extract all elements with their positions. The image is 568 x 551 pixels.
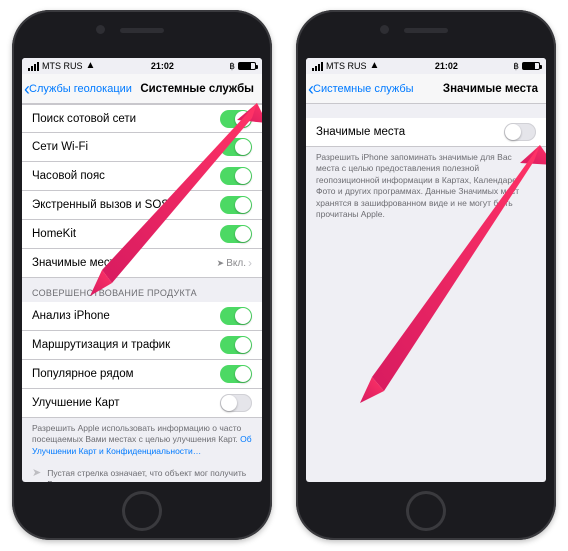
status-time: 21:02 — [151, 61, 174, 71]
phone-speaker — [120, 28, 164, 33]
footer-link[interactable]: Об Улучшении Карт и Конфиденциальности… — [32, 434, 252, 455]
settings-cell[interactable]: Маршрутизация и трафик — [22, 331, 262, 360]
toggle-switch[interactable] — [220, 225, 252, 243]
status-bar: MTS RUS ▲ 21:02 ฿ — [306, 58, 546, 74]
toggle-switch[interactable] — [220, 167, 252, 185]
home-button[interactable] — [122, 491, 162, 531]
cell-label: Значимые места — [316, 126, 405, 138]
settings-cell[interactable]: HomeKit — [22, 220, 262, 249]
screen-right: MTS RUS ▲ 21:02 ฿ ‹ Системные службы Зна… — [306, 58, 546, 482]
battery-icon — [522, 62, 540, 70]
toggle-switch[interactable] — [220, 394, 252, 412]
cell-label: HomeKit — [32, 228, 76, 240]
cell-label: Улучшение Карт — [32, 397, 119, 409]
status-time: 21:02 — [435, 61, 458, 71]
significant-locations-cell[interactable]: Значимые места ➤Вкл.› — [22, 249, 262, 278]
nav-bar: ‹ Системные службы Значимые места — [306, 74, 546, 104]
significant-locations-toggle-cell[interactable]: Значимые места — [306, 118, 546, 147]
home-button[interactable] — [406, 491, 446, 531]
footer-text: Разрешить Apple использовать информацию … — [22, 418, 262, 465]
settings-cell[interactable]: Поиск сотовой сети — [22, 104, 262, 133]
cell-label: Популярное рядом — [32, 368, 134, 380]
settings-cell[interactable]: Улучшение Карт — [22, 389, 262, 418]
signal-icon — [28, 62, 39, 71]
bluetooth-icon: ฿ — [513, 61, 519, 72]
cell-label: Часовой пояс — [32, 170, 105, 182]
settings-cell[interactable]: Анализ iPhone — [22, 302, 262, 331]
phone-camera — [380, 25, 389, 34]
battery-icon — [238, 62, 256, 70]
wifi-icon: ▲ — [370, 61, 380, 71]
settings-list: Значимые места Разрешить iPhone запомина… — [306, 104, 546, 482]
toggle-switch[interactable] — [504, 123, 536, 141]
cell-label: Маршрутизация и трафик — [32, 339, 170, 351]
phone-speaker — [404, 28, 448, 33]
toggle-switch[interactable] — [220, 110, 252, 128]
back-button[interactable]: ‹ Службы геолокации — [22, 80, 132, 98]
screen-left: MTS RUS ▲ 21:02 ฿ ‹ Службы геолокации Си… — [22, 58, 262, 482]
cell-label: Анализ iPhone — [32, 310, 110, 322]
settings-cell[interactable]: Сети Wi-Fi — [22, 133, 262, 162]
phone-left: MTS RUS ▲ 21:02 ฿ ‹ Службы геолокации Си… — [12, 10, 272, 540]
carrier-label: MTS RUS — [326, 61, 367, 71]
location-arrow-icon: ➤ — [32, 468, 41, 479]
bluetooth-icon: ฿ — [229, 61, 235, 72]
settings-cell[interactable]: Часовой пояс — [22, 162, 262, 191]
back-button[interactable]: ‹ Системные службы — [306, 80, 414, 98]
page-title: Значимые места — [443, 83, 538, 95]
cell-label: Значимые места — [32, 257, 121, 269]
chevron-right-icon: › — [248, 256, 252, 270]
location-arrow-icon: ➤ — [217, 258, 225, 269]
description-text: Разрешить iPhone запоминать значимые для… — [306, 147, 546, 229]
cell-label: Экстренный вызов и SOS — [32, 199, 169, 211]
settings-cell[interactable]: Популярное рядом — [22, 360, 262, 389]
page-title: Системные службы — [140, 83, 254, 95]
toggle-switch[interactable] — [220, 196, 252, 214]
settings-list: Поиск сотовой сети Сети Wi-Fi Часовой пояс… — [22, 104, 262, 482]
legend-row: ➤ Пустая стрелка означает, что объект мог… — [22, 465, 262, 482]
wifi-icon: ▲ — [86, 61, 96, 71]
settings-cell[interactable]: Экстренный вызов и SOS — [22, 191, 262, 220]
phone-camera — [96, 25, 105, 34]
legend-text: Пустая стрелка означает, что объект мог … — [47, 468, 252, 482]
cell-label: Сети Wi-Fi — [32, 141, 88, 153]
carrier-label: MTS RUS — [42, 61, 83, 71]
section-header: СОВЕРШЕНСТВОВАНИЕ ПРОДУКТА — [22, 278, 262, 302]
cell-detail: ➤Вкл.› — [217, 256, 252, 270]
back-label: Системные службы — [313, 83, 414, 95]
cell-label: Поиск сотовой сети — [32, 113, 136, 125]
toggle-switch[interactable] — [220, 307, 252, 325]
status-bar: MTS RUS ▲ 21:02 ฿ — [22, 58, 262, 74]
phone-right: MTS RUS ▲ 21:02 ฿ ‹ Системные службы Зна… — [296, 10, 556, 540]
signal-icon — [312, 62, 323, 71]
toggle-switch[interactable] — [220, 138, 252, 156]
toggle-switch[interactable] — [220, 365, 252, 383]
toggle-switch[interactable] — [220, 336, 252, 354]
back-label: Службы геолокации — [29, 83, 132, 95]
nav-bar: ‹ Службы геолокации Системные службы — [22, 74, 262, 104]
